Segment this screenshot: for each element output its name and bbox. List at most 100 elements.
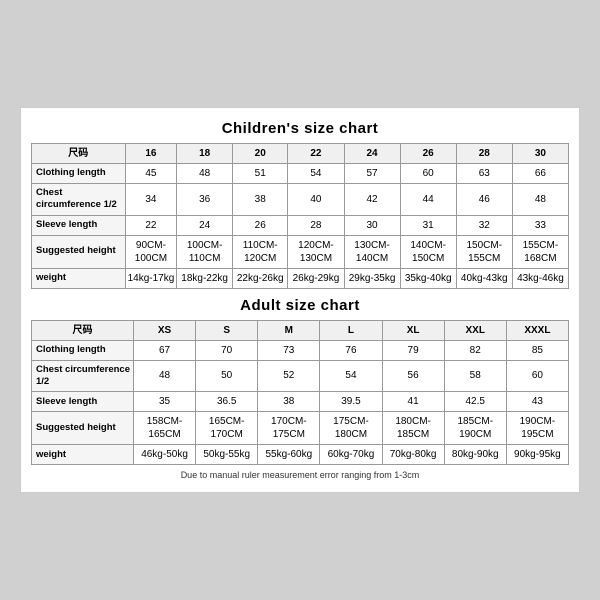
cell-value: 57 (344, 163, 400, 183)
row-label: Suggested height (32, 412, 134, 445)
column-header: L (320, 320, 382, 340)
adult-chart-title: Adult size chart (31, 297, 569, 314)
cell-value: 26kg-29kg (288, 268, 344, 288)
cell-value: 66 (512, 163, 568, 183)
row-label: Clothing length (32, 340, 134, 360)
cell-value: 46 (456, 183, 512, 215)
table-row: Chest circumference 1/23436384042444648 (32, 183, 569, 215)
footer-note: Due to manual ruler measurement error ra… (31, 470, 569, 480)
row-label: Chest circumference 1/2 (32, 183, 126, 215)
cell-value: 42 (344, 183, 400, 215)
cell-value: 90kg-95kg (506, 445, 568, 465)
column-header: 28 (456, 143, 512, 163)
table-row: weight14kg-17kg18kg-22kg22kg-26kg26kg-29… (32, 268, 569, 288)
row-label: Suggested height (32, 235, 126, 268)
cell-value: 28 (288, 215, 344, 235)
column-header: XXL (444, 320, 506, 340)
column-header: M (258, 320, 320, 340)
cell-value: 34 (125, 183, 177, 215)
cell-value: 67 (133, 340, 195, 360)
column-header: 18 (177, 143, 233, 163)
cell-value: 22kg-26kg (233, 268, 288, 288)
cell-value: 90CM-100CM (125, 235, 177, 268)
cell-value: 36 (177, 183, 233, 215)
cell-value: 185CM-190CM (444, 412, 506, 445)
table-row: weight46kg-50kg50kg-55kg55kg-60kg60kg-70… (32, 445, 569, 465)
row-label: weight (32, 268, 126, 288)
table-row: Sleeve length2224262830313233 (32, 215, 569, 235)
cell-value: 39.5 (320, 392, 382, 412)
cell-value: 165CM-170CM (196, 412, 258, 445)
children-table: 尺码1618202224262830 Clothing length454851… (31, 143, 569, 289)
cell-value: 60 (506, 360, 568, 392)
table-row: Clothing length4548515457606366 (32, 163, 569, 183)
adult-table: 尺码XSSMLXLXXLXXXL Clothing length67707376… (31, 320, 569, 466)
cell-value: 48 (512, 183, 568, 215)
cell-value: 44 (400, 183, 456, 215)
cell-value: 26 (233, 215, 288, 235)
cell-value: 190CM-195CM (506, 412, 568, 445)
cell-value: 30 (344, 215, 400, 235)
row-label: Sleeve length (32, 392, 134, 412)
cell-value: 42.5 (444, 392, 506, 412)
cell-value: 56 (382, 360, 444, 392)
cell-value: 40 (288, 183, 344, 215)
cell-value: 48 (177, 163, 233, 183)
cell-value: 73 (258, 340, 320, 360)
cell-value: 79 (382, 340, 444, 360)
cell-value: 24 (177, 215, 233, 235)
table-row: Suggested height90CM-100CM100CM-110CM110… (32, 235, 569, 268)
cell-value: 76 (320, 340, 382, 360)
cell-value: 58 (444, 360, 506, 392)
cell-value: 50 (196, 360, 258, 392)
column-header: XXXL (506, 320, 568, 340)
cell-value: 175CM-180CM (320, 412, 382, 445)
cell-value: 35kg-40kg (400, 268, 456, 288)
cell-value: 63 (456, 163, 512, 183)
cell-value: 120CM-130CM (288, 235, 344, 268)
cell-value: 100CM-110CM (177, 235, 233, 268)
cell-value: 32 (456, 215, 512, 235)
cell-value: 38 (258, 392, 320, 412)
cell-value: 18kg-22kg (177, 268, 233, 288)
cell-value: 43 (506, 392, 568, 412)
row-label: Sleeve length (32, 215, 126, 235)
cell-value: 51 (233, 163, 288, 183)
size-chart-card: Children's size chart 尺码1618202224262830… (20, 107, 580, 493)
cell-value: 52 (258, 360, 320, 392)
column-header: XL (382, 320, 444, 340)
cell-value: 48 (133, 360, 195, 392)
cell-value: 29kg-35kg (344, 268, 400, 288)
cell-value: 41 (382, 392, 444, 412)
column-header: 尺码 (32, 143, 126, 163)
column-header: 26 (400, 143, 456, 163)
table-row: Suggested height158CM-165CM165CM-170CM 17… (32, 412, 569, 445)
column-header: XS (133, 320, 195, 340)
cell-value: 85 (506, 340, 568, 360)
cell-value: 45 (125, 163, 177, 183)
row-label: weight (32, 445, 134, 465)
cell-value: 180CM-185CM (382, 412, 444, 445)
cell-value: 60kg-70kg (320, 445, 382, 465)
cell-value: 150CM-155CM (456, 235, 512, 268)
cell-value: 70 (196, 340, 258, 360)
cell-value: 140CM-150CM (400, 235, 456, 268)
cell-value: 110CM-120CM (233, 235, 288, 268)
cell-value: 22 (125, 215, 177, 235)
cell-value: 158CM-165CM (133, 412, 195, 445)
cell-value: 55kg-60kg (258, 445, 320, 465)
cell-value: 70kg-80kg (382, 445, 444, 465)
table-row: Chest circumference 1/248505254565860 (32, 360, 569, 392)
cell-value: 14kg-17kg (125, 268, 177, 288)
cell-value: 40kg-43kg (456, 268, 512, 288)
cell-value: 60 (400, 163, 456, 183)
row-label: Clothing length (32, 163, 126, 183)
cell-value: 35 (133, 392, 195, 412)
cell-value: 33 (512, 215, 568, 235)
column-header: 22 (288, 143, 344, 163)
cell-value: 54 (320, 360, 382, 392)
cell-value: 43kg-46kg (512, 268, 568, 288)
cell-value: 80kg-90kg (444, 445, 506, 465)
column-header: S (196, 320, 258, 340)
cell-value: 46kg-50kg (133, 445, 195, 465)
